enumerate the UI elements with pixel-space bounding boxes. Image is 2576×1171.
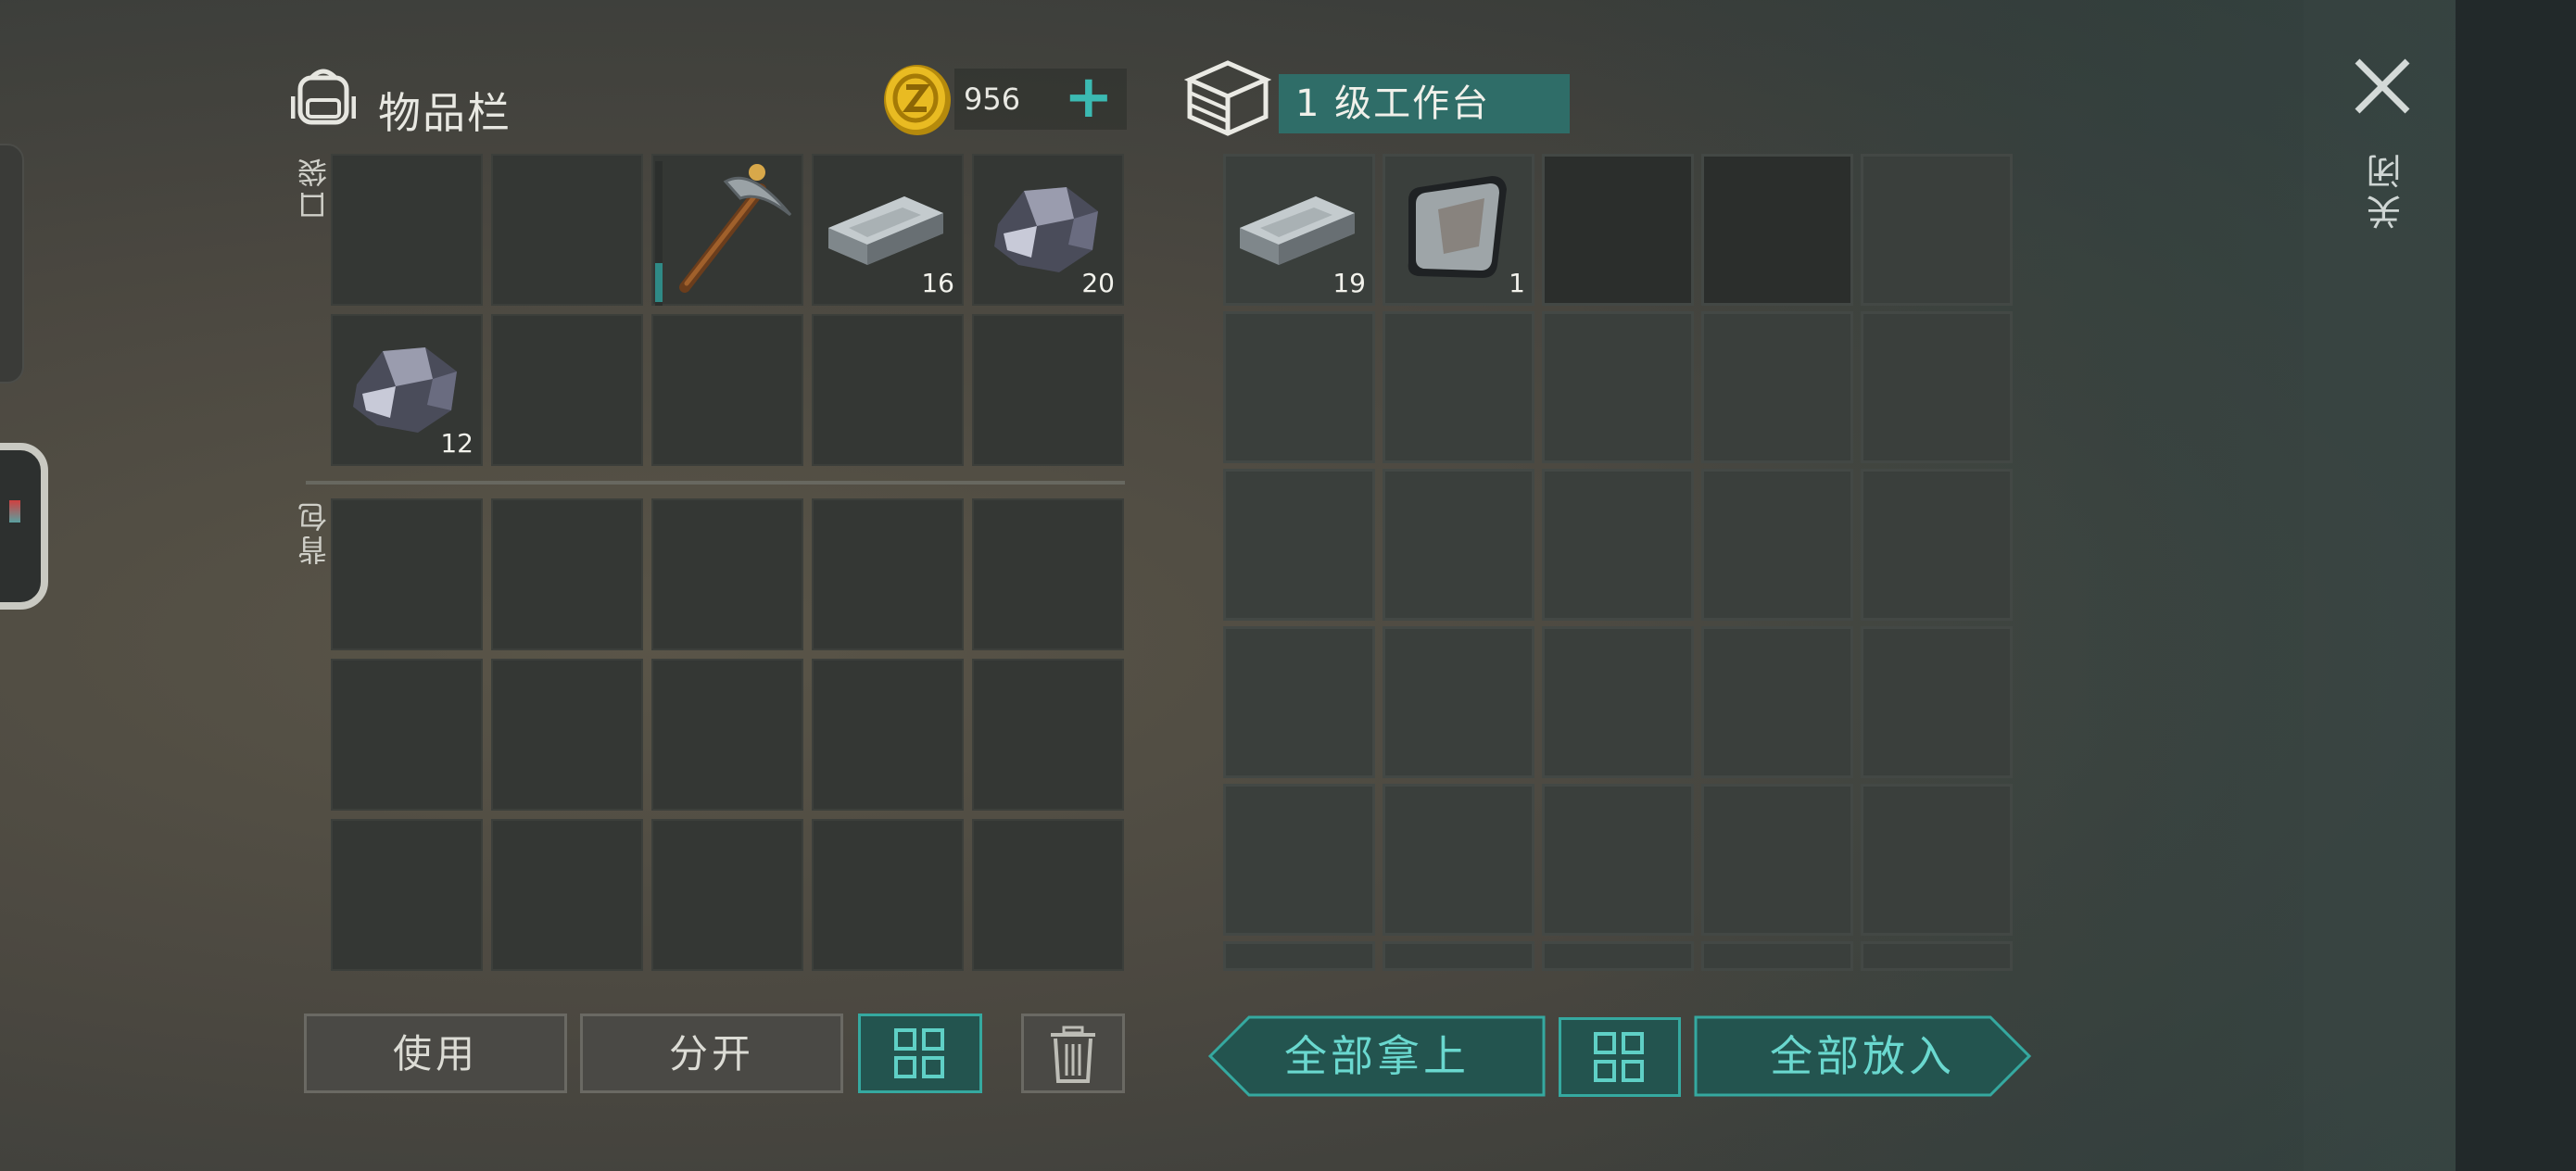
workbench-slot[interactable] [1383,941,1534,971]
workbench-slot[interactable] [1542,154,1694,306]
section-divider [306,481,1125,485]
workbench-slot[interactable] [1223,941,1375,971]
workbench-slot[interactable] [1861,626,2013,778]
workbench-slot[interactable] [1542,941,1694,971]
pickaxe-icon [679,164,792,293]
take-all-button[interactable]: 全部拿上 [1208,1015,1546,1097]
pocket-slot-ore[interactable]: 12 [331,314,483,466]
item-quantity: 19 [1332,268,1366,298]
backpack-label: 背包 [297,498,332,565]
backpack-slot[interactable] [651,498,803,650]
pocket-slot[interactable] [491,154,643,306]
item-quantity: 16 [921,268,954,298]
backpack-slot[interactable] [331,819,483,971]
workbench-slot[interactable] [1861,311,2013,463]
coin-amount: 956 [964,82,1021,117]
add-coins-button[interactable]: + [1064,68,1114,130]
use-button[interactable]: 使用 [304,1014,567,1093]
backpack-slot[interactable] [491,659,643,811]
take-all-label: 全部拿上 [1284,1031,1470,1081]
item-quantity: 1 [1509,268,1525,298]
pocket-slot[interactable] [491,314,643,466]
workbench-slot[interactable] [1383,626,1534,778]
workbench-slot[interactable] [1223,311,1375,463]
left-edge-tab[interactable] [0,144,24,384]
workbench-slot[interactable] [1223,626,1375,778]
right-edge-strip [2456,0,2576,1171]
item-quantity: 20 [1081,268,1115,298]
workbench-slot[interactable] [1223,469,1375,621]
close-label[interactable]: 关闭 [2361,148,2412,230]
workbench-slot[interactable] [1701,154,1853,306]
backpack-slot[interactable] [651,819,803,971]
workbench-slot[interactable] [1542,311,1694,463]
backpack-slot[interactable] [331,659,483,811]
workbench-slot[interactable] [1861,784,2013,936]
backpack-slot[interactable] [491,819,643,971]
backpack-slot[interactable] [331,498,483,650]
workbench-slot[interactable] [1542,626,1694,778]
workbench-slot[interactable] [1701,626,1853,778]
pocket-slot[interactable] [651,314,803,466]
close-icon[interactable] [2350,54,2415,119]
workbench-slot[interactable] [1701,311,1853,463]
item-quantity: 12 [440,428,474,459]
pocket-slot[interactable] [812,314,964,466]
workbench-slot-steel-plate[interactable]: 1 [1383,154,1534,306]
workbench-title: 1 级工作台 [1279,74,1570,133]
workbench-slot[interactable] [1383,784,1534,936]
workbench-slot[interactable] [1542,469,1694,621]
split-button[interactable]: 分开 [580,1014,843,1093]
inventory-title: 物品栏 [378,88,511,138]
backpack-icon [291,69,356,125]
tab-mini-icon [9,500,20,523]
pocket-slot[interactable] [972,314,1124,466]
pocket-slot[interactable] [331,154,483,306]
sort-grid-icon [894,1028,944,1078]
workbench-slot[interactable] [1701,784,1853,936]
pocket-label: 口袋 [297,154,332,220]
workbench-slot[interactable] [1861,941,2013,971]
workbench-slot[interactable] [1542,784,1694,936]
left-edge-selected-tab[interactable] [0,443,48,610]
pocket-slot-ore[interactable]: 20 [972,154,1124,306]
workbench-icon [1184,60,1271,136]
put-all-button[interactable]: 全部放入 [1694,1015,2031,1097]
backpack-slot[interactable] [812,659,964,811]
backpack-slot[interactable] [972,659,1124,811]
workbench-slot[interactable] [1223,784,1375,936]
backpack-slot[interactable] [491,498,643,650]
sort-grid-icon [1594,1032,1644,1082]
workbench-sort-button[interactable] [1559,1017,1681,1097]
workbench-slot[interactable] [1383,311,1534,463]
backpack-slot[interactable] [972,819,1124,971]
trash-icon [1051,1026,1095,1083]
workbench-slot[interactable] [1701,469,1853,621]
workbench-slot[interactable] [1861,154,2013,306]
backpack-slot[interactable] [651,659,803,811]
backpack-slot[interactable] [972,498,1124,650]
backpack-slot[interactable] [812,819,964,971]
coin-icon [884,65,951,135]
put-all-label: 全部放入 [1770,1031,1955,1081]
workbench-slot[interactable] [1861,469,2013,621]
workbench-slot-iron-ingot[interactable]: 19 [1223,154,1375,306]
trash-button[interactable] [1021,1014,1125,1093]
pocket-slot-iron-ingot[interactable]: 16 [812,154,964,306]
pocket-slot-pickaxe[interactable] [651,154,803,306]
workbench-slot[interactable] [1383,469,1534,621]
workbench-slot[interactable] [1701,941,1853,971]
backpack-slot[interactable] [812,498,964,650]
sort-button[interactable] [858,1014,982,1093]
